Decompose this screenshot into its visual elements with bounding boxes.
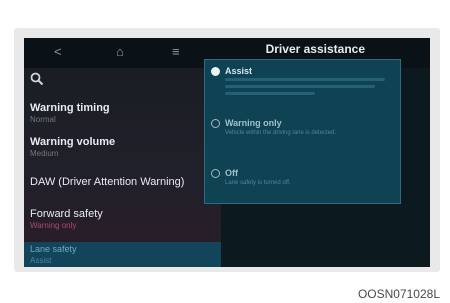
radio-selected-icon[interactable] (211, 67, 220, 76)
menu-item-forward-safety[interactable]: Forward safety Warning only (30, 208, 217, 230)
option-label: Assist (225, 66, 253, 76)
page-title: Driver assistance (265, 42, 365, 56)
menu-item-label: Warning timing (30, 102, 110, 114)
menu-item-value: Assist (30, 256, 52, 265)
menu-item-value: Warning only (30, 221, 77, 230)
menu-item-lane-safety[interactable]: Lane safety Assist (24, 242, 221, 267)
option-description: Vehicle within the driving lane is detec… (225, 130, 337, 136)
menu-item-label: DAW (Driver Attention Warning) (30, 176, 185, 188)
menu-item-label: Warning volume (30, 136, 116, 148)
options-panel: Assist Warning only Vehicle within the d… (204, 59, 401, 204)
menu-item-warning-timing[interactable]: Warning timing Normal (30, 102, 217, 124)
menu-item-value: Medium (30, 149, 59, 158)
menu-item-warning-volume[interactable]: Warning volume Medium (30, 136, 217, 158)
option-description: Lane safety is turned off. (225, 180, 291, 186)
back-icon[interactable]: < (54, 44, 62, 59)
menu-item-label: Forward safety (30, 208, 103, 220)
option-label: Off (225, 168, 238, 178)
menu-icon[interactable]: ≡ (172, 44, 180, 59)
option-label: Warning only (225, 118, 282, 128)
option-description-blurred (225, 78, 395, 99)
menu-item-value: Normal (30, 115, 56, 124)
radio-icon[interactable] (211, 169, 220, 178)
menu-item-daw[interactable]: DAW (Driver Attention Warning) (30, 176, 217, 188)
menu-item-label: Lane safety (30, 244, 77, 254)
radio-icon[interactable] (211, 119, 220, 128)
figure-code: OOSN071028L (357, 287, 440, 301)
home-icon[interactable]: ⌂ (116, 44, 124, 59)
settings-menu: Warning timing Normal Warning volume Med… (24, 68, 221, 267)
search-icon[interactable] (30, 72, 44, 89)
